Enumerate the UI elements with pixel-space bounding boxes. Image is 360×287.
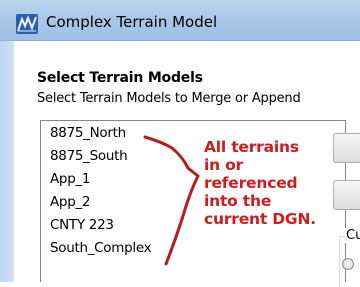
- list-item[interactable]: CNTY 223: [50, 217, 114, 233]
- list-item[interactable]: App_2: [50, 194, 91, 210]
- list-item[interactable]: 8875_South: [50, 148, 128, 164]
- annotation-line: All terrains: [204, 138, 299, 156]
- annotation-line: into the: [204, 192, 272, 210]
- option-radio[interactable]: [342, 258, 354, 270]
- app-icon: [16, 14, 38, 34]
- merge-button[interactable]: [333, 133, 360, 163]
- list-item[interactable]: South_Complex: [50, 240, 152, 256]
- section-description: Select Terrain Models to Merge or Append: [37, 91, 301, 106]
- annotation-line: current DGN.: [204, 210, 316, 228]
- annotation-line: referenced: [204, 174, 298, 192]
- list-item[interactable]: 8875_North: [50, 125, 126, 141]
- window-title: Complex Terrain Model: [46, 13, 218, 31]
- window-title-bar[interactable]: Complex Terrain Model: [0, 0, 360, 41]
- callout-annotation: All terrains in or referenced into the c…: [204, 138, 316, 228]
- section-heading: Select Terrain Models: [37, 70, 203, 86]
- append-button[interactable]: [333, 180, 360, 210]
- window-frame-edge: [0, 41, 14, 282]
- list-item[interactable]: App_1: [50, 171, 91, 187]
- annotation-line: in or: [204, 156, 244, 174]
- options-group-label: Cu: [345, 228, 360, 243]
